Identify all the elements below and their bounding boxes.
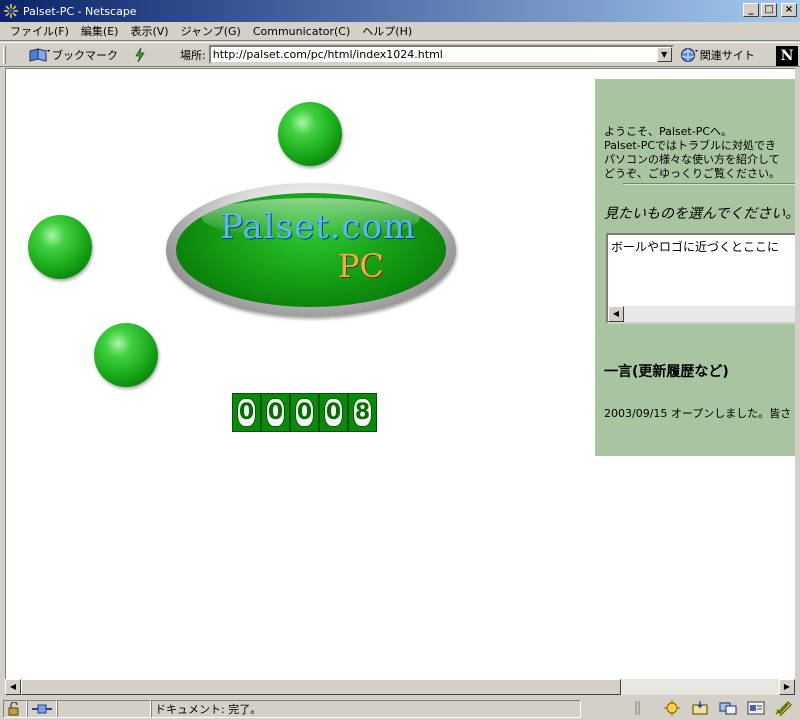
divider (623, 183, 795, 185)
composer-icon[interactable] (746, 700, 766, 716)
counter-digit: 0 (319, 393, 348, 432)
menu-go[interactable]: ジャンプ(G) (175, 23, 247, 39)
security-lock-icon[interactable] (3, 699, 27, 718)
dock-grip-icon[interactable] (634, 700, 654, 716)
scroll-thumb[interactable] (21, 679, 621, 695)
related-sites-button[interactable]: 関連サイト (700, 47, 755, 63)
page-content: Palset.com PC 0 0 0 0 8 ようこそ、Palset-PCへ。… (5, 68, 795, 679)
connection-icon (27, 699, 57, 718)
menu-bar: ファイル(F) 編集(E) 表示(V) ジャンプ(G) Communicator… (0, 22, 800, 41)
counter-digit: 0 (261, 393, 290, 432)
minimize-button[interactable]: _ (743, 3, 759, 17)
status-text: ドキュメント: 完了。 (151, 699, 581, 718)
location-toolbar: ブックマーク 場所: http://palset.com/pc/html/ind… (0, 42, 800, 67)
choose-heading: 見たいものを選んでください。 (604, 206, 795, 222)
logo-subtitle: PC (338, 247, 385, 285)
bookmarks-button[interactable]: ブックマーク (52, 47, 118, 63)
news-heading: 一言(更新履歴など) (604, 364, 729, 380)
close-button[interactable]: × (781, 3, 797, 17)
menu-file[interactable]: ファイル(F) (4, 23, 75, 39)
logo-title: Palset.com (220, 207, 417, 247)
toolbar-grip[interactable] (3, 45, 6, 64)
news-line: 2003/09/15 オープンしました。皆さ (604, 407, 792, 420)
counter-digit: 0 (232, 393, 261, 432)
welcome-text: ようこそ、Palset-PCへ。 Palset-PCではトラブルに対処でき パソ… (604, 125, 780, 180)
navigator-icon[interactable] (662, 700, 682, 716)
scroll-left-arrow-icon[interactable]: ◀ (5, 679, 21, 695)
status-bar: ドキュメント: 完了。 (0, 697, 800, 720)
url-field[interactable]: http://palset.com/pc/html/index1024.html… (208, 45, 674, 64)
title-bar: Palset-PC - Netscape _ □ × (0, 0, 800, 22)
menu-edit[interactable]: 編集(E) (75, 23, 125, 39)
scroll-right-arrow-icon[interactable]: ▶ (779, 679, 795, 695)
netscape-app-icon[interactable] (3, 3, 19, 19)
related-sites-icon[interactable] (680, 47, 698, 63)
mail-icon[interactable] (690, 700, 710, 716)
visitor-counter: 0 0 0 0 8 (232, 393, 377, 432)
sign-icon[interactable] (774, 700, 794, 718)
discussion-icon[interactable] (718, 700, 738, 716)
nav-ball-bottom[interactable] (94, 323, 158, 387)
menu-communicator[interactable]: Communicator(C) (247, 25, 356, 38)
url-dropdown-button[interactable]: ▼ (656, 47, 672, 62)
nav-ball-left[interactable] (28, 215, 92, 279)
message-hscrollbar[interactable]: ◀ (608, 306, 795, 322)
bookmarks-icon[interactable] (28, 47, 50, 63)
window-title: Palset-PC - Netscape (23, 4, 137, 18)
menu-view[interactable]: 表示(V) (124, 23, 174, 39)
side-panel: ようこそ、Palset-PCへ。 Palset-PCではトラブルに対処でき パソ… (595, 79, 795, 456)
menu-help[interactable]: ヘルプ(H) (356, 23, 418, 39)
counter-digit: 8 (348, 393, 377, 432)
page-hscrollbar[interactable]: ◀ ▶ (5, 679, 795, 695)
message-text: ボールやロゴに近づくとここに (611, 240, 780, 254)
location-label: 場所: (180, 48, 206, 62)
netscape-logo[interactable]: N (776, 46, 798, 66)
counter-digit: 0 (290, 393, 319, 432)
scroll-left-arrow-icon[interactable]: ◀ (608, 306, 624, 322)
palset-logo[interactable]: Palset.com PC (166, 183, 456, 317)
progress-meter (57, 699, 151, 718)
message-textarea[interactable]: ボールやロゴに近づくとここに ◀ (606, 233, 795, 324)
page-proxy-icon[interactable] (132, 47, 148, 63)
maximize-button[interactable]: □ (761, 3, 777, 17)
nav-ball-top[interactable] (278, 102, 342, 166)
url-text: http://palset.com/pc/html/index1024.html (212, 48, 443, 61)
